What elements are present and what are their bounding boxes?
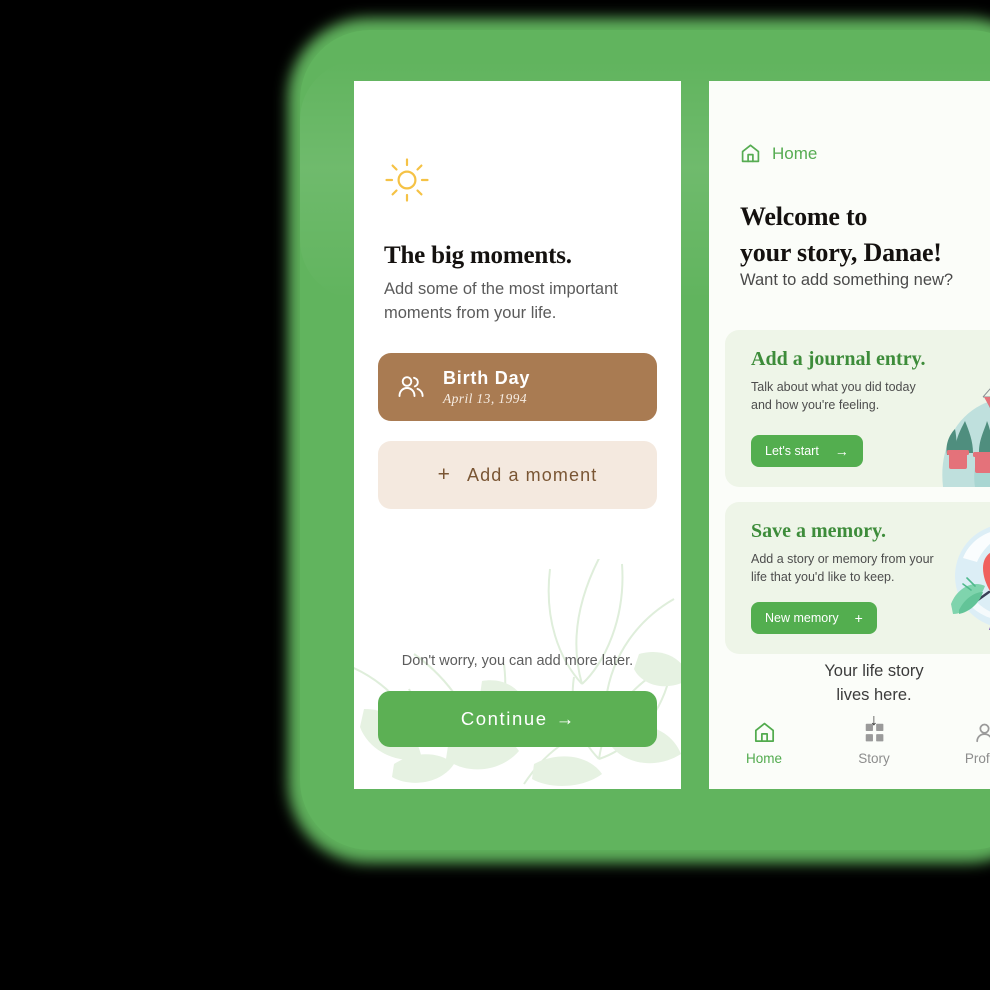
moment-date: April 13, 1994 xyxy=(443,390,527,406)
new-memory-label: New memory xyxy=(765,611,839,625)
tab-home-label: Home xyxy=(745,751,782,766)
memory-card-description: Add a story or memory from your life tha… xyxy=(751,552,934,584)
save-memory-card[interactable]: Save a memory. Add a story or memory fro… xyxy=(725,502,990,654)
lets-start-label: Let's start xyxy=(765,444,819,458)
welcome-title: Welcome to your story, Danae! xyxy=(740,202,942,267)
phone-onboarding-screen: The big moments. Add some of the most im… xyxy=(354,81,681,789)
page-subtitle: Add some of the most important moments f… xyxy=(384,280,618,322)
heart-character-illustration xyxy=(951,526,990,630)
life-story-line2: lives here. xyxy=(836,686,912,704)
onboarding-hint: Don't worry, you can add more later. xyxy=(401,653,634,669)
woman-meditating-with-plants-illustration: designed by xyxy=(942,388,990,487)
arrow-right-icon: → xyxy=(555,708,575,729)
welcome-subtitle: Want to add something new? xyxy=(740,271,954,289)
home-icon xyxy=(741,144,760,163)
plus-icon: + xyxy=(854,610,863,626)
tab-story[interactable]: Story xyxy=(819,721,929,783)
tab-home[interactable]: Home xyxy=(709,721,819,783)
person-icon xyxy=(975,723,990,743)
breadcrumb-label: Home xyxy=(772,143,818,163)
life-story-line1: Your life story xyxy=(824,662,924,680)
journal-card-title: Add a journal entry. xyxy=(751,348,926,370)
new-memory-button[interactable]: New memory + xyxy=(751,602,877,634)
home-icon xyxy=(754,722,774,743)
plus-icon: + xyxy=(437,463,452,486)
breadcrumb[interactable]: Home xyxy=(740,143,817,164)
arrow-right-icon: → xyxy=(834,443,849,459)
add-moment-button[interactable]: + Add a moment xyxy=(378,441,657,509)
moment-title: Birth Day xyxy=(443,367,531,388)
page-title: The big moments. xyxy=(384,242,572,269)
journal-entry-card[interactable]: designed by Add a journal entry. Talk ab… xyxy=(725,330,990,487)
tab-profile-label: Profile xyxy=(964,751,990,766)
phone-home-screen: Home Welcome to your story, Danae! Want … xyxy=(709,81,990,789)
bottom-tab-bar: Home Story Prof xyxy=(709,721,990,783)
people-icon xyxy=(398,376,424,397)
sun-icon xyxy=(385,158,429,202)
continue-label: Continue xyxy=(460,708,548,729)
continue-button[interactable]: Continue → xyxy=(378,691,657,747)
journal-card-description: Talk about what you did today and how yo… xyxy=(751,380,916,412)
moment-card-birth-day[interactable]: Birth Day April 13, 1994 xyxy=(378,353,657,421)
lets-start-button[interactable]: Let's start → xyxy=(751,435,863,467)
botanical-watermark xyxy=(354,559,681,786)
grid-icon xyxy=(865,723,883,742)
tab-profile[interactable]: Profile xyxy=(929,721,990,783)
screenshot-stage: The big moments. Add some of the most im… xyxy=(0,0,990,990)
tab-story-label: Story xyxy=(858,751,890,766)
add-moment-label: Add a moment xyxy=(467,464,598,485)
memory-card-title: Save a memory. xyxy=(751,520,886,542)
